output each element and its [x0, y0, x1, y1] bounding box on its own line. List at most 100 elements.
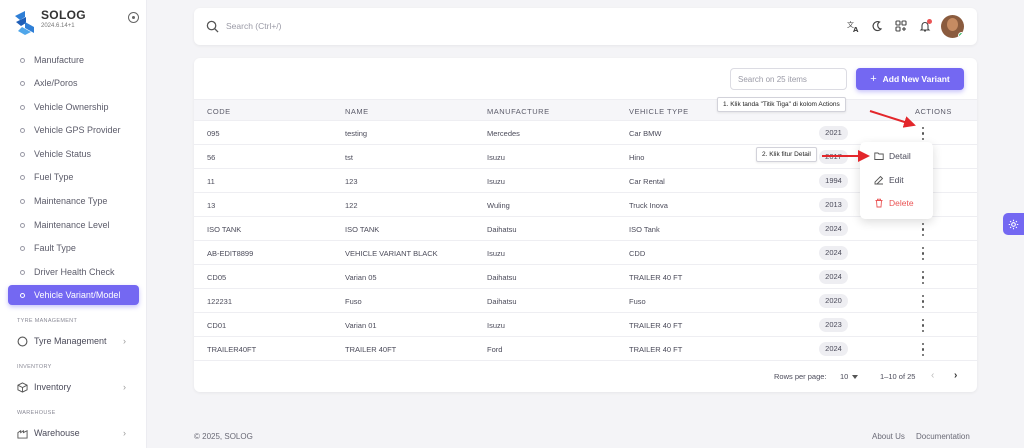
table-search-input[interactable]: Search on 25 items: [730, 68, 847, 90]
online-status-dot: [958, 32, 964, 38]
sidebar-item-label: Maintenance Level: [34, 220, 110, 230]
menu-item-detail[interactable]: Detail: [874, 149, 929, 163]
table-row[interactable]: 122231 Fuso Daihatsu Fuso 2020: [194, 289, 977, 313]
menu-item-delete[interactable]: Delete: [874, 196, 929, 210]
sidebar-item-vehicle-ownership[interactable]: Vehicle Ownership: [8, 97, 139, 117]
column-header-actions: ACTIONS: [915, 107, 952, 116]
translate-icon[interactable]: 文A: [845, 18, 861, 34]
notification-badge: [927, 19, 932, 24]
more-vertical-icon[interactable]: [920, 319, 926, 332]
cell-name: TRAILER 40FT: [345, 345, 397, 354]
sidebar-item-maintenance-level[interactable]: Maintenance Level: [8, 215, 139, 235]
cell-type: CDD: [629, 249, 646, 258]
kebab-dot: [921, 223, 925, 226]
table-row[interactable]: CD05 Varian 05 Daihatsu TRAILER 40 FT 2024: [194, 265, 977, 289]
sidebar-group-warehouse[interactable]: Warehouse ›: [17, 425, 132, 441]
cell-manufacture: Daihatsu: [487, 297, 517, 306]
sidebar-item-label: Driver Health Check: [34, 267, 115, 277]
section-title: WAREHOUSE: [17, 410, 56, 416]
more-vertical-icon[interactable]: [920, 247, 926, 260]
year-badge: 2024: [819, 270, 848, 284]
kebab-dot: [921, 257, 925, 260]
table-row[interactable]: CD01 Varian 01 Isuzu TRAILER 40 FT 2023: [194, 313, 977, 337]
sidebar-item-label: Manufacture: [34, 55, 85, 65]
menu-item-edit[interactable]: Edit: [874, 173, 929, 187]
more-vertical-icon[interactable]: [920, 223, 926, 236]
variant-table-card: Search on 25 items + Add New Variant COD…: [194, 58, 977, 392]
table-row[interactable]: TRAILER40FT TRAILER 40FT Ford TRAILER 40 FT…: [194, 337, 977, 361]
kebab-dot: [921, 228, 925, 231]
shortcuts-grid-icon[interactable]: [893, 18, 909, 34]
cell-code: AB-EDIT8899: [207, 249, 254, 258]
more-vertical-icon[interactable]: [920, 271, 926, 284]
cell-name: tst: [345, 153, 353, 162]
sidebar-item-vehicle-variant[interactable]: Vehicle Variant/Model: [8, 285, 139, 305]
circle-bullet-icon: [20, 198, 25, 204]
column-header-code[interactable]: CODE: [207, 107, 231, 116]
cell-type: ISO Tank: [629, 225, 660, 234]
kebab-dot: [921, 324, 925, 327]
cell-manufacture: Isuzu: [487, 249, 505, 258]
rows-per-page-select[interactable]: 10: [840, 372, 848, 381]
more-vertical-icon[interactable]: [920, 343, 926, 356]
chevron-right-icon[interactable]: ›: [954, 370, 957, 381]
year-badge: 2024: [819, 246, 848, 260]
avatar[interactable]: [941, 15, 964, 38]
sidebar-item-maintenance-type[interactable]: Maintenance Type: [8, 191, 139, 211]
brand-version: 2024.6.14+1: [41, 23, 75, 29]
bell-icon[interactable]: [917, 18, 933, 34]
more-vertical-icon[interactable]: [920, 295, 926, 308]
chevron-right-icon: ›: [123, 382, 126, 392]
table-row[interactable]: ISO TANK ISO TANK Daihatsu ISO Tank 2024: [194, 217, 977, 241]
kebab-dot: [921, 137, 925, 140]
cell-name: VEHICLE VARIANT BLACK: [345, 249, 438, 258]
sidebar-group-tyre[interactable]: Tyre Management ›: [17, 333, 132, 349]
row-actions-menu: Detail Edit Delete: [860, 142, 933, 219]
sidebar-group-inventory[interactable]: Inventory ›: [17, 379, 132, 395]
sidebar-item-vehicle-status[interactable]: Vehicle Status: [8, 144, 139, 164]
global-search-input[interactable]: Search (Ctrl+/): [226, 21, 282, 31]
cell-type: Truck Inova: [629, 201, 668, 210]
year-badge: 2024: [819, 222, 848, 236]
sidebar-item-fuel-type[interactable]: Fuel Type: [8, 167, 139, 187]
tutorial-callout-step1: 1. Klik tanda "Titik Tiga" di kolom Acti…: [717, 97, 846, 112]
cell-manufacture: Isuzu: [487, 177, 505, 186]
sidebar-item-label: Fault Type: [34, 243, 76, 253]
sidebar-item-gps-provider[interactable]: Vehicle GPS Provider: [8, 120, 139, 140]
table-row[interactable]: 095 testing Mercedes Car BMW 2021: [194, 121, 977, 145]
cell-type: TRAILER 40 FT: [629, 345, 683, 354]
cell-code: CD05: [207, 273, 227, 282]
brand[interactable]: SOLOG 2024.6.14+1: [10, 6, 140, 38]
sidebar-item-manufacture[interactable]: Manufacture: [8, 50, 139, 70]
column-header-name[interactable]: NAME: [345, 107, 369, 116]
add-new-variant-button[interactable]: + Add New Variant: [856, 68, 964, 90]
year-badge: 2024: [819, 342, 848, 356]
theme-moon-icon[interactable]: [869, 18, 885, 34]
more-vertical-icon[interactable]: [920, 127, 926, 140]
caret-down-icon[interactable]: [852, 375, 858, 379]
sidebar-item-label: Vehicle Ownership: [34, 102, 109, 112]
search-icon[interactable]: [206, 20, 219, 33]
table-row[interactable]: AB-EDIT8899 VEHICLE VARIANT BLACK Isuzu CDD…: [194, 241, 977, 265]
collapse-sidebar-icon[interactable]: [128, 12, 139, 23]
sidebar-item-label: Vehicle Variant/Model: [34, 290, 121, 300]
customizer-settings-button[interactable]: [1003, 213, 1024, 235]
chevron-left-icon[interactable]: ‹: [931, 370, 934, 381]
sidebar-item-axle[interactable]: Axle/Poros: [8, 73, 139, 93]
footer-link-about[interactable]: About Us: [872, 432, 905, 441]
folder-icon: [874, 152, 884, 160]
cell-code: 56: [207, 153, 216, 162]
gear-icon: [1008, 219, 1019, 229]
sidebar: SOLOG 2024.6.14+1 Manufacture Axle/Poros…: [0, 0, 147, 448]
pagination: Rows per page: 10 1–10 of 25 ‹ ›: [194, 367, 977, 387]
sidebar-item-driver-health[interactable]: Driver Health Check: [8, 262, 139, 282]
kebab-dot: [921, 329, 925, 332]
footer-link-documentation[interactable]: Documentation: [916, 432, 970, 441]
cell-code: 13: [207, 201, 216, 210]
year-badge: 2021: [819, 126, 848, 140]
column-header-manufacture[interactable]: MANUFACTURE: [487, 107, 550, 116]
circle-bullet-icon: [20, 174, 25, 180]
sidebar-item-fault-type[interactable]: Fault Type: [8, 238, 139, 258]
column-header-vehicle-type[interactable]: VEHICLE TYPE: [629, 107, 689, 116]
cell-code: CD01: [207, 321, 227, 330]
